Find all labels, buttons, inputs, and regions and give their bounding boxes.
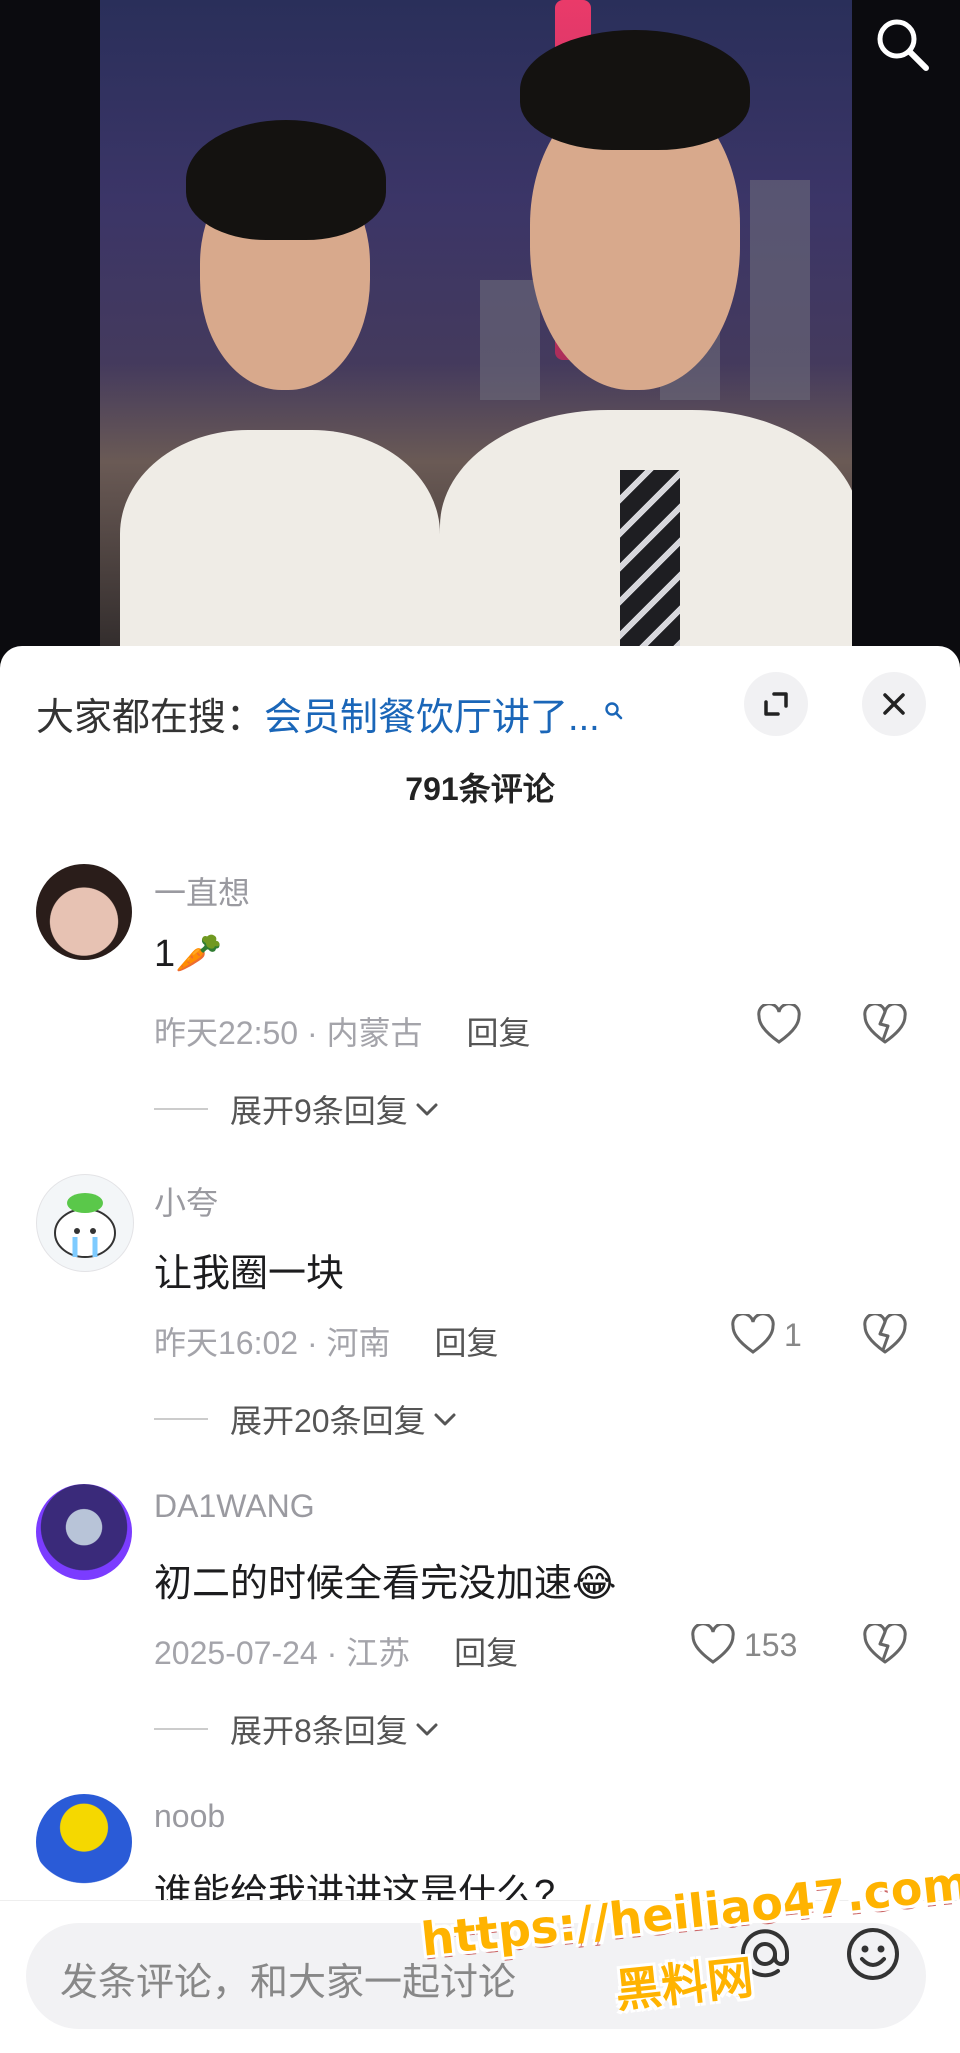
like-button[interactable]: [756, 1004, 802, 1046]
comment-text: 让我圈一块: [154, 1253, 345, 1295]
comment-meta: 2025-07-24 · 江苏 回复: [154, 1628, 518, 1674]
at-icon: [741, 1929, 790, 1978]
comment-username[interactable]: DA1WANG: [154, 1488, 315, 1525]
expand-replies[interactable]: 展开8条回复: [154, 1706, 440, 1752]
video-frame: [100, 0, 852, 660]
divider: [154, 1108, 208, 1110]
reply-button[interactable]: 回复: [435, 1325, 499, 1361]
like-button[interactable]: 153: [690, 1624, 797, 1666]
emoji-icon: [847, 1928, 899, 1980]
divider: [154, 1418, 208, 1420]
trending-search-prefix: 大家都在搜：: [36, 697, 265, 739]
fullscreen-icon: [764, 692, 788, 716]
broken-heart-icon: [863, 1002, 907, 1044]
chevron-down-icon: [416, 1103, 438, 1116]
video-player[interactable]: [0, 0, 960, 660]
comment-time: 昨天22:50 · 内蒙古: [154, 1015, 423, 1051]
dislike-button[interactable]: [862, 1312, 908, 1361]
like-count: 1: [784, 1316, 802, 1353]
comment-meta: 昨天16:02 · 河南 回复: [154, 1318, 499, 1364]
avatar[interactable]: [36, 1484, 132, 1580]
expand-replies-label: 展开8条回复: [230, 1713, 408, 1749]
like-count: 153: [744, 1626, 798, 1663]
chevron-down-icon: [434, 1413, 456, 1426]
expand-replies[interactable]: 展开9条回复: [154, 1086, 440, 1132]
reply-button[interactable]: 回复: [454, 1635, 518, 1671]
dislike-button[interactable]: [862, 1622, 908, 1671]
divider: [154, 1728, 208, 1730]
hair: [520, 30, 750, 150]
like-button[interactable]: 1: [730, 1314, 802, 1356]
reply-button[interactable]: 回复: [467, 1015, 531, 1051]
expand-replies-label: 展开20条回复: [230, 1403, 426, 1439]
comment-username[interactable]: 小夸: [154, 1178, 218, 1224]
broken-heart-icon: [863, 1312, 907, 1354]
comment-username[interactable]: 一直想: [154, 868, 250, 914]
close-icon: [883, 693, 905, 715]
trending-search-keyword[interactable]: 会员制餐饮厅讲了...: [264, 697, 600, 739]
avatar[interactable]: [36, 864, 132, 960]
comment-count: 791条评论: [405, 771, 555, 807]
comment-time: 2025-07-24 · 江苏: [154, 1635, 411, 1671]
comment-username[interactable]: noob: [154, 1798, 225, 1835]
expand-sheet-button[interactable]: [744, 672, 808, 736]
heart-icon: [757, 1004, 801, 1044]
comment-text: 1🥕: [154, 933, 223, 975]
emoji-button[interactable]: [844, 1925, 902, 1983]
shirt: [120, 430, 440, 660]
search-icon[interactable]: [872, 14, 932, 74]
person-left: [120, 120, 450, 660]
search-icon: [604, 688, 624, 731]
mention-button[interactable]: [736, 1925, 794, 1983]
heart-icon: [691, 1624, 735, 1664]
expand-replies-label: 展开9条回复: [230, 1093, 408, 1129]
person-right: [430, 30, 852, 660]
close-button[interactable]: [862, 672, 926, 736]
comment-time: 昨天16:02 · 河南: [154, 1325, 391, 1361]
expand-replies[interactable]: 展开20条回复: [154, 1396, 458, 1442]
hair: [186, 120, 386, 240]
dislike-button[interactable]: [862, 1002, 908, 1051]
avatar[interactable]: [36, 1794, 132, 1890]
comment-text: 初二的时候全看完没加速😂: [154, 1563, 617, 1605]
comment-input-bar: 发条评论，和大家一起讨论: [0, 1900, 960, 2053]
tie: [620, 470, 680, 660]
comment-input-placeholder: 发条评论，和大家一起讨论: [60, 1962, 517, 2004]
chevron-down-icon: [416, 1723, 438, 1736]
heart-icon: [731, 1314, 775, 1354]
trending-search[interactable]: 大家都在搜：会员制餐饮厅讲了...: [36, 686, 656, 741]
broken-heart-icon: [863, 1622, 907, 1664]
comment-sheet: 大家都在搜：会员制餐饮厅讲了... 791条评论 一直想 1🥕 昨天22:50 …: [0, 646, 960, 2052]
avatar[interactable]: [36, 1174, 134, 1272]
comment-meta: 昨天22:50 · 内蒙古 回复: [154, 1008, 531, 1054]
